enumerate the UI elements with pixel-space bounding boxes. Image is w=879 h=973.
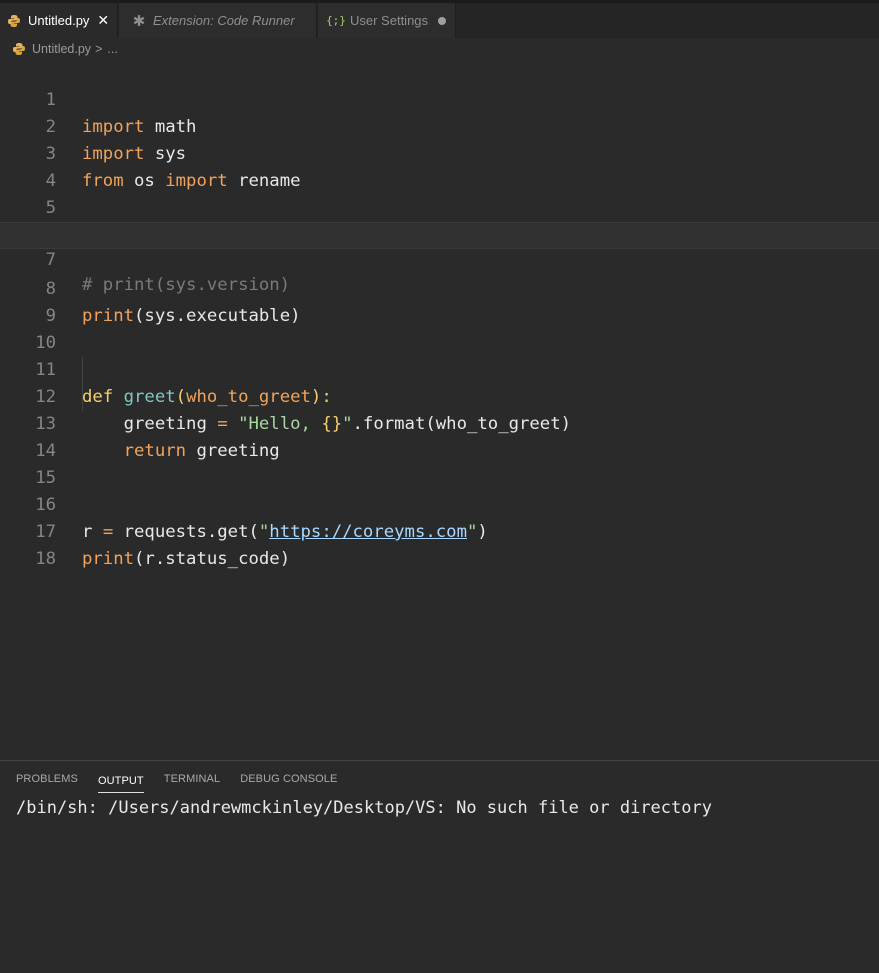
code-line: 4 xyxy=(0,141,879,191)
tab-label: User Settings xyxy=(350,13,429,28)
bottom-panel: PROBLEMS OUTPUT TERMINAL DEBUG CONSOLE /… xyxy=(0,760,879,973)
breadcrumb-file[interactable]: Untitled.py xyxy=(32,42,91,56)
breadcrumb-more[interactable]: ... xyxy=(107,42,117,56)
code-line: 18 xyxy=(0,519,879,569)
extension-icon: ✱ xyxy=(132,12,146,30)
code-line: 5 import requests xyxy=(0,168,879,245)
code-line: 14 xyxy=(0,411,879,461)
code-line: 8 print(sys.executable) xyxy=(0,249,879,326)
breadcrumb: Untitled.py > ... xyxy=(0,38,879,60)
code-line: 2 import sys xyxy=(0,87,879,164)
code-line: 12 greeting = "Hello, {}".format(who_to_… xyxy=(0,357,879,434)
tab-untitled-py[interactable]: Untitled.py ✕ xyxy=(0,3,118,38)
tab-problems[interactable]: PROBLEMS xyxy=(16,761,78,795)
json-braces-icon: {;} xyxy=(326,14,346,27)
tab-user-settings[interactable]: {;} User Settings xyxy=(318,3,456,38)
code-line: 10 xyxy=(0,303,879,353)
code-line: 11 def greet(who_to_greet): xyxy=(0,330,879,407)
unsaved-dot-icon[interactable] xyxy=(438,16,447,25)
tab-bar: Untitled.py ✕ ✱ Extension: Code Runner {… xyxy=(0,0,879,38)
tab-debug-console[interactable]: DEBUG CONSOLE xyxy=(240,761,337,795)
code-line: 13 return greeting xyxy=(0,384,879,461)
tab-terminal[interactable]: TERMINAL xyxy=(164,761,220,795)
current-code-line: 7 # print(sys.version) xyxy=(0,222,879,295)
tab-output[interactable]: OUTPUT xyxy=(97,763,144,793)
code-editor[interactable]: 1 import math 2 import sys 3 from os imp… xyxy=(0,60,879,760)
close-icon[interactable]: ✕ xyxy=(97,12,109,29)
code-text: (r.status_code) xyxy=(134,549,291,569)
code-line: 1 import math xyxy=(0,60,879,137)
chevron-right-icon: > xyxy=(95,42,103,56)
code-line: 9 xyxy=(0,276,879,326)
panel-tabs: PROBLEMS OUTPUT TERMINAL DEBUG CONSOLE xyxy=(16,761,357,795)
tab-label: Untitled.py xyxy=(28,13,90,28)
code-line: 3 from os import rename xyxy=(0,114,879,191)
tab-extension-code-runner[interactable]: ✱ Extension: Code Runner xyxy=(119,3,317,38)
python-icon xyxy=(6,13,22,29)
line-number: 18 xyxy=(35,549,56,569)
code-line: 6 xyxy=(0,195,879,245)
code-line: 16 r = requests.get("https://coreyms.com… xyxy=(0,465,879,542)
code-line: 15 xyxy=(0,438,879,488)
code-line: 17 print(r.status_code) xyxy=(0,492,879,569)
indent-guide xyxy=(82,357,83,411)
python-icon xyxy=(12,42,26,56)
keyword: print xyxy=(82,549,135,569)
tab-label: Extension: Code Runner xyxy=(153,13,295,28)
output-text: /bin/sh: /Users/andrewmckinley/Desktop/V… xyxy=(16,798,712,818)
